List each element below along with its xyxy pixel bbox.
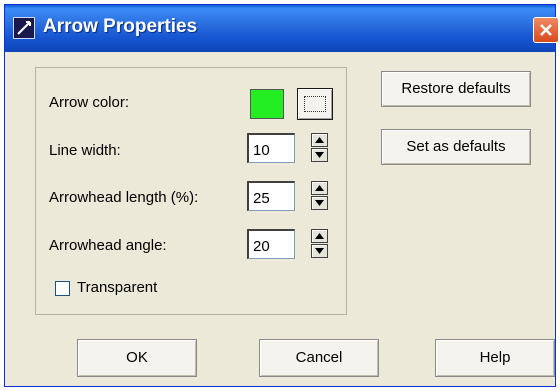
arrowhead-angle-label: Arrowhead angle:	[49, 237, 167, 254]
arrowhead-length-spin-down[interactable]	[311, 196, 328, 210]
ok-button[interactable]: OK	[77, 339, 197, 377]
transparent-checkbox[interactable]	[55, 281, 70, 296]
arrow-properties-dialog: Arrow Properties Arrow color: Line width…	[4, 4, 559, 387]
arrowhead-angle-spin-down[interactable]	[311, 244, 328, 258]
ellipsis-icon	[304, 96, 326, 112]
title-bar[interactable]: Arrow Properties	[5, 5, 559, 52]
arrow-up-icon	[315, 233, 324, 239]
cancel-button[interactable]: Cancel	[259, 339, 379, 377]
dialog-title: Arrow Properties	[43, 16, 198, 37]
arrowhead-angle-spin-up[interactable]	[311, 229, 328, 243]
restore-defaults-button[interactable]: Restore defaults	[381, 71, 531, 107]
line-width-label: Line width:	[49, 142, 121, 159]
help-button[interactable]: Help	[435, 339, 555, 377]
set-as-defaults-button[interactable]: Set as defaults	[381, 129, 531, 165]
line-width-spin-down[interactable]	[311, 148, 328, 162]
arrow-color-label: Arrow color:	[49, 94, 130, 111]
arrowhead-length-spinner[interactable]	[311, 181, 328, 211]
arrow-color-swatch	[250, 89, 284, 119]
close-button[interactable]	[533, 17, 559, 43]
arrowhead-length-input[interactable]	[247, 181, 295, 211]
arrow-down-icon	[315, 248, 324, 254]
arrowhead-angle-spinner[interactable]	[311, 229, 328, 259]
line-width-input[interactable]	[247, 133, 295, 163]
close-icon	[540, 24, 552, 36]
arrow-up-icon	[315, 185, 324, 191]
arrowhead-angle-input[interactable]	[247, 229, 295, 259]
arrow-down-icon	[315, 152, 324, 158]
color-picker-button[interactable]	[297, 88, 333, 120]
pencil-line-icon	[13, 17, 35, 39]
line-width-spinner[interactable]	[311, 133, 328, 163]
transparent-label[interactable]: Transparent	[77, 279, 157, 296]
arrow-up-icon	[315, 137, 324, 143]
line-width-spin-up[interactable]	[311, 133, 328, 147]
arrowhead-length-label: Arrowhead length (%):	[49, 189, 199, 206]
arrow-down-icon	[315, 200, 324, 206]
arrowhead-length-spin-up[interactable]	[311, 181, 328, 195]
